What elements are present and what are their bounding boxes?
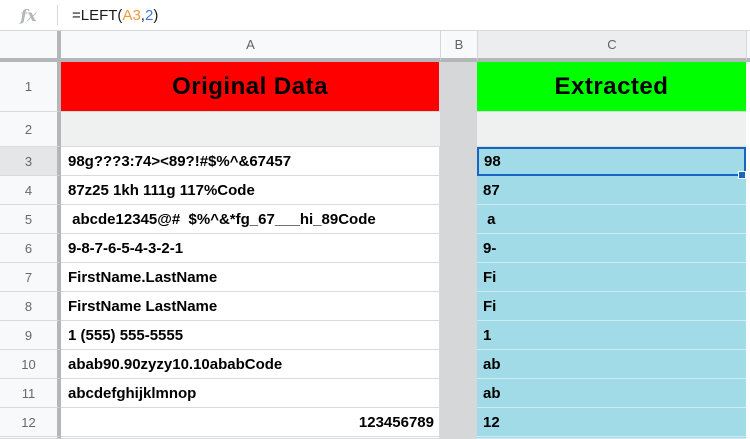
cell-a6[interactable]: 9-8-7-6-5-4-3-2-1 [61, 234, 440, 263]
cell-b2[interactable] [440, 112, 477, 147]
cell-b4[interactable] [440, 176, 477, 205]
cell-c9[interactable]: 1 [477, 321, 746, 350]
column-header-d-sliver [746, 31, 750, 62]
row-header-3[interactable]: 3 [0, 147, 61, 176]
d-sliver [746, 321, 750, 350]
d-sliver [746, 112, 750, 147]
cell-c10[interactable]: ab [477, 350, 746, 379]
cell-c5[interactable]: a [477, 205, 746, 234]
cell-a9[interactable]: 1 (555) 555-5555 [61, 321, 440, 350]
cell-c11[interactable]: ab [477, 379, 746, 408]
cell-a5[interactable]: abcde12345@# $%^&*fg_67___hi_89Code [61, 205, 440, 234]
cell-b1[interactable] [440, 62, 477, 112]
cell-a11[interactable]: abcdefghijklmnop [61, 379, 440, 408]
sheet-grid: A B C 1 Original Data Extracted 2 3 98g?… [0, 31, 750, 439]
row-header-12[interactable]: 12 [0, 408, 61, 437]
row-header-2[interactable]: 2 [0, 112, 61, 147]
fill-handle[interactable] [738, 171, 746, 179]
d-sliver [746, 379, 750, 408]
row-header-5[interactable]: 5 [0, 205, 61, 234]
cell-a10[interactable]: abab90.90zyzy10.10ababCode [61, 350, 440, 379]
cell-b10[interactable] [440, 350, 477, 379]
d-sliver [746, 408, 750, 437]
cell-c8[interactable]: Fi [477, 292, 746, 321]
row-header-1[interactable]: 1 [0, 62, 61, 112]
row-header-10[interactable]: 10 [0, 350, 61, 379]
column-header-a[interactable]: A [61, 31, 440, 62]
cell-a12[interactable]: 123456789 [61, 408, 440, 437]
cell-b12[interactable] [440, 408, 477, 437]
row-header-11[interactable]: 11 [0, 379, 61, 408]
select-all-corner[interactable] [0, 31, 61, 62]
column-header-c[interactable]: C [477, 31, 746, 62]
d-sliver [746, 234, 750, 263]
cell-c3-selected[interactable]: 98 [477, 147, 746, 179]
cell-a3[interactable]: 98g???3:74><89?!#$%^&67457 [61, 147, 440, 176]
formula-bar: fx =LEFT(A3,2) [0, 0, 750, 31]
formula-input[interactable]: =LEFT(A3,2) [58, 7, 750, 24]
cell-c2[interactable] [477, 112, 746, 147]
cell-a4[interactable]: 87z25 1kh 111g 117%Code [61, 176, 440, 205]
d-sliver [746, 205, 750, 234]
row-header-4[interactable]: 4 [0, 176, 61, 205]
cell-b5[interactable] [440, 205, 477, 234]
cell-a8[interactable]: FirstName LastName [61, 292, 440, 321]
row-header-6[interactable]: 6 [0, 234, 61, 263]
d-sliver [746, 147, 750, 176]
cell-a7[interactable]: FirstName.LastName [61, 263, 440, 292]
cell-b6[interactable] [440, 234, 477, 263]
d-sliver [746, 263, 750, 292]
d-sliver [746, 62, 750, 112]
column-header-b[interactable]: B [440, 31, 477, 62]
formula-token-prefix: =LEFT( [72, 6, 123, 24]
cell-b11[interactable] [440, 379, 477, 408]
formula-token-suffix: ) [153, 6, 159, 24]
cell-a1-original-data[interactable]: Original Data [61, 62, 440, 112]
cell-b7[interactable] [440, 263, 477, 292]
cell-c1-extracted[interactable]: Extracted [477, 62, 746, 112]
cell-c4[interactable]: 87 [477, 176, 746, 205]
row-header-9[interactable]: 9 [0, 321, 61, 350]
cell-c7[interactable]: Fi [477, 263, 746, 292]
d-sliver [746, 176, 750, 205]
cell-b8[interactable] [440, 292, 477, 321]
row-header-8[interactable]: 8 [0, 292, 61, 321]
cell-c3-value: 98 [484, 153, 501, 170]
d-sliver [746, 292, 750, 321]
formula-token-cell-ref: A3 [122, 6, 141, 24]
cell-c6[interactable]: 9- [477, 234, 746, 263]
cell-b3[interactable] [440, 147, 477, 176]
cell-c12[interactable]: 12 [477, 408, 746, 437]
d-sliver [746, 350, 750, 379]
cell-a2[interactable] [61, 112, 440, 147]
cell-b9[interactable] [440, 321, 477, 350]
spreadsheet-app: fx =LEFT(A3,2) A B C 1 Original Data Ext… [0, 0, 750, 439]
row-header-7[interactable]: 7 [0, 263, 61, 292]
fx-icon: fx [20, 5, 37, 25]
